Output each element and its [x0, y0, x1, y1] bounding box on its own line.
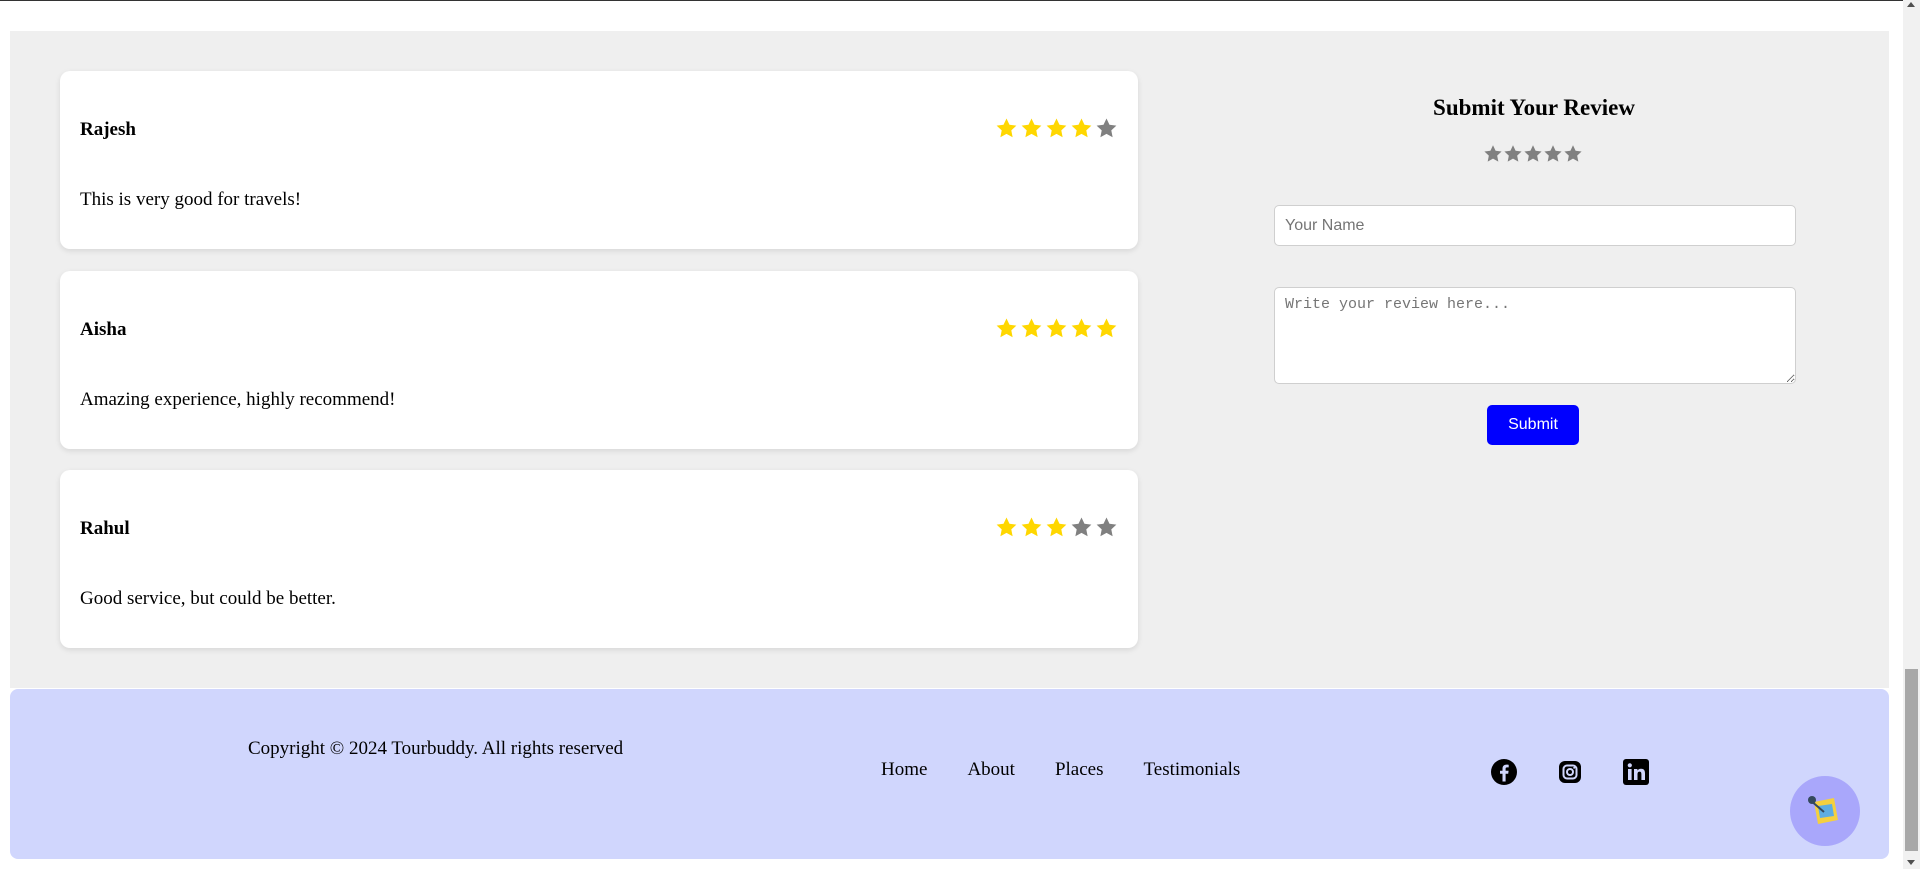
- rating-star-icon[interactable]: [1503, 144, 1523, 164]
- chatbot-button[interactable]: [1790, 776, 1860, 846]
- star-filled-icon: [996, 517, 1017, 537]
- footer-link-places[interactable]: Places: [1055, 759, 1104, 781]
- scrollbar-thumb[interactable]: [1905, 669, 1918, 851]
- rating-star-icon[interactable]: [1523, 144, 1543, 164]
- review-card: Aisha Amazing experience, highly recomme…: [60, 271, 1138, 449]
- scroll-up-icon[interactable]: [1907, 2, 1915, 7]
- form-title: Submit Your Review: [1433, 95, 1635, 120]
- reviewer-name: Rajesh: [80, 119, 136, 140]
- footer: Copyright © 2024 Tourbuddy. All rights r…: [10, 689, 1889, 859]
- review-text: Good service, but could be better.: [80, 588, 336, 609]
- rating-star-icon[interactable]: [1483, 144, 1503, 164]
- star-filled-icon: [1021, 318, 1042, 338]
- star-empty-icon: [1096, 118, 1117, 138]
- rating-star-icon[interactable]: [1563, 144, 1583, 164]
- star-filled-icon: [1046, 517, 1067, 537]
- review-rating: [995, 516, 1118, 539]
- review-rating: [995, 117, 1118, 140]
- reviewer-name: Aisha: [80, 319, 127, 340]
- star-empty-icon: [1096, 517, 1117, 537]
- star-filled-icon: [1021, 517, 1042, 537]
- rating-star-icon[interactable]: [1543, 144, 1563, 164]
- review-card: Rajesh This is very good for travels!: [60, 71, 1138, 249]
- name-input[interactable]: [1274, 205, 1796, 246]
- footer-nav: Home About Places Testimonials: [881, 759, 1240, 781]
- review-textarea[interactable]: [1274, 287, 1796, 384]
- instagram-icon[interactable]: [1556, 758, 1584, 786]
- star-filled-icon: [996, 118, 1017, 138]
- star-filled-icon: [996, 318, 1017, 338]
- scroll-down-icon[interactable]: [1907, 860, 1915, 865]
- star-filled-icon: [1071, 318, 1092, 338]
- footer-link-home[interactable]: Home: [881, 759, 927, 781]
- reviewer-name: Rahul: [80, 518, 130, 539]
- chatbot-icon: [1808, 796, 1838, 824]
- scrollbar[interactable]: [1903, 0, 1920, 869]
- review-rating: [995, 317, 1118, 340]
- top-border: [0, 0, 1920, 1]
- facebook-icon[interactable]: [1490, 758, 1518, 786]
- footer-link-testimonials[interactable]: Testimonials: [1143, 759, 1240, 781]
- star-filled-icon: [1046, 118, 1067, 138]
- star-filled-icon: [1046, 318, 1067, 338]
- star-empty-icon: [1071, 517, 1092, 537]
- star-filled-icon: [1021, 118, 1042, 138]
- linkedin-icon[interactable]: [1622, 758, 1650, 786]
- review-text: Amazing experience, highly recommend!: [80, 389, 396, 410]
- review-card: Rahul Good service, but could be better.: [60, 470, 1138, 648]
- submit-button[interactable]: Submit: [1487, 405, 1579, 445]
- copyright-text: Copyright © 2024 Tourbuddy. All rights r…: [248, 738, 624, 759]
- star-filled-icon: [1096, 318, 1117, 338]
- review-text: This is very good for travels!: [80, 189, 302, 210]
- footer-link-about[interactable]: About: [967, 759, 1015, 781]
- rating-selector: [1483, 144, 1583, 164]
- star-filled-icon: [1071, 118, 1092, 138]
